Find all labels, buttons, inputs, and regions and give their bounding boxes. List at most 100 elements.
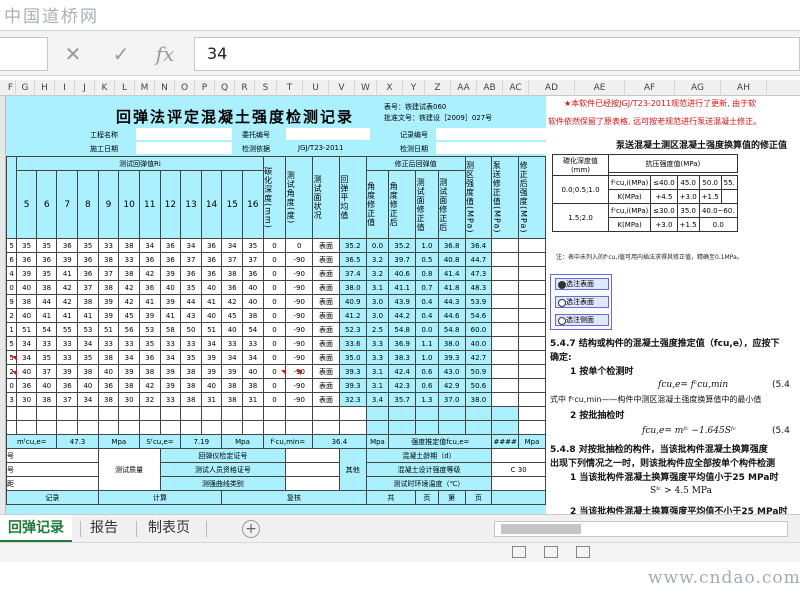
rebound-value[interactable]: 38: [118, 378, 140, 393]
rebound-value[interactable]: 53: [77, 322, 99, 337]
rebound-value[interactable]: 41: [138, 294, 161, 309]
rebound-value[interactable]: 38: [221, 266, 243, 281]
rebound-value[interactable]: 38: [97, 252, 120, 267]
rebound-value[interactable]: 41: [159, 308, 182, 323]
scroll-thumb[interactable]: [501, 524, 581, 534]
surface-value[interactable]: 表面: [312, 266, 340, 281]
rebound-value[interactable]: 38: [241, 378, 264, 393]
tab-report[interactable]: 报告: [82, 515, 126, 543]
rebound-value[interactable]: 39: [221, 364, 243, 379]
rebound-value[interactable]: 36: [77, 252, 99, 267]
rebound-value[interactable]: 38: [97, 350, 120, 365]
rebound-value[interactable]: 39: [118, 364, 140, 379]
rebound-value[interactable]: 33: [180, 336, 202, 351]
rebound-value[interactable]: 33: [56, 336, 79, 351]
rebound-value[interactable]: 39: [159, 266, 182, 281]
rebound-value[interactable]: 35: [180, 280, 202, 295]
rebound-value[interactable]: 34: [180, 238, 202, 253]
rebound-value[interactable]: 33: [159, 392, 182, 407]
pump-corr-value[interactable]: [518, 294, 546, 309]
rebound-value[interactable]: 33: [159, 336, 182, 351]
carb-value[interactable]: 0: [262, 322, 287, 337]
pump-corr-value[interactable]: [518, 238, 546, 253]
horizontal-scrollbar[interactable]: [494, 521, 788, 537]
rebound-value[interactable]: 40: [16, 280, 37, 295]
pump-corr-value[interactable]: [518, 322, 546, 337]
page-break-icon[interactable]: [576, 546, 590, 558]
rebound-value[interactable]: 37: [77, 280, 99, 295]
rebound-value[interactable]: 37: [241, 252, 264, 267]
rebound-value[interactable]: 38: [241, 308, 264, 323]
rebound-value[interactable]: 36: [77, 266, 99, 281]
name-box[interactable]: [0, 37, 48, 71]
column-label[interactable]: T: [277, 80, 303, 96]
pump-value[interactable]: [491, 364, 520, 379]
column-label[interactable]: O: [175, 80, 195, 96]
pump-value[interactable]: [491, 322, 520, 337]
rebound-value[interactable]: 39: [200, 350, 223, 365]
rebound-value[interactable]: 39: [159, 294, 182, 309]
rebound-value[interactable]: 36: [200, 238, 223, 253]
column-label[interactable]: N: [155, 80, 175, 96]
column-label[interactable]: W: [355, 80, 377, 96]
rebound-value[interactable]: 51: [200, 322, 223, 337]
pump-corr-value[interactable]: [518, 266, 546, 281]
rebound-value[interactable]: 38: [77, 364, 99, 379]
rebound-value[interactable]: 38: [35, 392, 58, 407]
angle-value[interactable]: -90: [285, 308, 314, 323]
column-label[interactable]: AB: [477, 80, 503, 96]
column-label[interactable]: S: [255, 80, 277, 96]
rebound-value[interactable]: 31: [200, 392, 223, 407]
normal-view-icon[interactable]: [512, 546, 526, 558]
rebound-value[interactable]: 33: [118, 336, 140, 351]
rebound-value[interactable]: 51: [16, 322, 37, 337]
pump-value[interactable]: [491, 392, 520, 407]
rebound-value[interactable]: 36: [138, 350, 161, 365]
rebound-value[interactable]: 42: [221, 294, 243, 309]
rebound-value[interactable]: 40: [97, 364, 120, 379]
column-label[interactable]: AC: [503, 80, 529, 96]
pump-value[interactable]: [491, 336, 520, 351]
confirm-icon[interactable]: ✓: [106, 39, 136, 69]
rebound-value[interactable]: 40: [77, 378, 99, 393]
rebound-value[interactable]: 38: [221, 392, 243, 407]
angle-value[interactable]: -90: [285, 350, 314, 365]
rebound-value[interactable]: 40: [200, 280, 223, 295]
tab-rebound-record[interactable]: 回弹记录: [0, 515, 72, 543]
rebound-value[interactable]: 35: [35, 350, 58, 365]
column-label[interactable]: K: [95, 80, 115, 96]
rebound-value[interactable]: 38: [77, 294, 99, 309]
pump-value[interactable]: [491, 350, 520, 365]
pump-value[interactable]: [491, 266, 520, 281]
rebound-value[interactable]: 30: [16, 392, 37, 407]
rebound-value[interactable]: 36: [56, 238, 79, 253]
rebound-value[interactable]: 39: [56, 252, 79, 267]
rebound-value[interactable]: 53: [138, 322, 161, 337]
pump-corr-value[interactable]: [518, 336, 546, 351]
page-layout-icon[interactable]: [544, 546, 558, 558]
rebound-value[interactable]: 33: [118, 252, 140, 267]
rebound-value[interactable]: 44: [180, 294, 202, 309]
rebound-value[interactable]: 38: [16, 294, 37, 309]
option-surface-2[interactable]: 选注表面: [555, 296, 609, 308]
rebound-value[interactable]: 37: [97, 266, 120, 281]
rebound-value[interactable]: 41: [200, 294, 223, 309]
rebound-value[interactable]: 43: [180, 308, 202, 323]
rebound-value[interactable]: 54: [35, 322, 58, 337]
rebound-value[interactable]: 34: [241, 350, 264, 365]
pump-corr-value[interactable]: [518, 378, 546, 393]
rebound-value[interactable]: 36: [138, 252, 161, 267]
rebound-value[interactable]: 30: [118, 392, 140, 407]
column-label[interactable]: AH: [721, 80, 767, 96]
rebound-value[interactable]: 34: [16, 350, 37, 365]
carb-value[interactable]: 0: [262, 378, 287, 393]
pump-corr-value[interactable]: [518, 364, 546, 379]
rebound-value[interactable]: 38: [180, 378, 202, 393]
rebound-value[interactable]: 42: [118, 280, 140, 295]
record-no-field[interactable]: [436, 128, 546, 140]
pump-value[interactable]: [491, 308, 520, 323]
option-side[interactable]: 选注侧面: [555, 314, 609, 326]
pump-value[interactable]: [491, 294, 520, 309]
rebound-value[interactable]: 33: [97, 238, 120, 253]
rebound-value[interactable]: 40: [200, 308, 223, 323]
